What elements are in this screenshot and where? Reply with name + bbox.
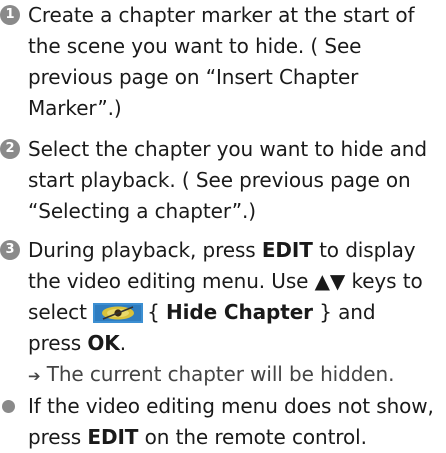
step-text-fragment: to display — [312, 238, 416, 262]
step-text-fragment: { — [147, 300, 166, 324]
step-line: select { Hide Chapter } and — [28, 297, 444, 328]
result-text: The current chapter will be hidden. — [40, 362, 395, 386]
edit-key-label: EDIT — [261, 238, 313, 262]
result-arrow-icon: ➔ — [28, 367, 41, 385]
step-number-badge: 1 — [0, 5, 20, 25]
step-line: Create a chapter marker at the start of — [28, 3, 415, 27]
step-text-fragment: press — [28, 331, 88, 355]
step-line: the scene you want to hide. ( See — [28, 34, 362, 58]
result-line: ➔ The current chapter will be hidden. — [28, 359, 444, 392]
step-text-fragment: . — [119, 331, 126, 355]
step-text-fragment: } and — [312, 300, 376, 324]
bullet-icon — [2, 400, 15, 413]
note-text-fragment: on the remote control. — [138, 425, 367, 449]
step-number-badge: 3 — [0, 240, 20, 260]
note-line: If the video editing menu does not show, — [28, 394, 434, 418]
note-line: press EDIT on the remote control. — [28, 422, 444, 453]
up-down-arrow-keys: ▲▼ — [314, 269, 346, 293]
step-line: press OK. — [28, 328, 444, 359]
step-text-fragment: During playback, press — [28, 238, 262, 262]
step-text-fragment: the video editing menu. Use — [28, 269, 315, 293]
step-line: Select the chapter you want to hide and — [28, 137, 427, 161]
edit-key-label: EDIT — [87, 425, 139, 449]
ok-key-label: OK — [87, 331, 120, 355]
instruction-page: 1 Create a chapter marker at the start o… — [0, 0, 446, 453]
step-text-fragment: keys to — [345, 269, 423, 293]
step-text-fragment: select — [28, 300, 94, 324]
step-line: Marker”.) — [28, 96, 122, 120]
step-text: Create a chapter marker at the start of … — [28, 0, 444, 124]
hide-chapter-eye-icon — [93, 303, 144, 323]
step-text: During playback, press EDIT to display t… — [28, 235, 444, 392]
note-text: If the video editing menu does not show,… — [28, 391, 444, 453]
step-line: During playback, press EDIT to display — [28, 235, 444, 266]
step-line: start playback. ( See previous page on — [28, 168, 411, 192]
step-line: “Selecting a chapter”.) — [28, 199, 257, 223]
step-line: the video editing menu. Use ▲▼ keys to — [28, 266, 444, 297]
note-text-fragment: press — [28, 425, 88, 449]
hide-chapter-option-label: Hide Chapter — [165, 300, 313, 324]
step-text: Select the chapter you want to hide and … — [28, 134, 444, 227]
step-line: previous page on “Insert Chapter — [28, 65, 359, 89]
step-number-badge: 2 — [0, 139, 20, 159]
